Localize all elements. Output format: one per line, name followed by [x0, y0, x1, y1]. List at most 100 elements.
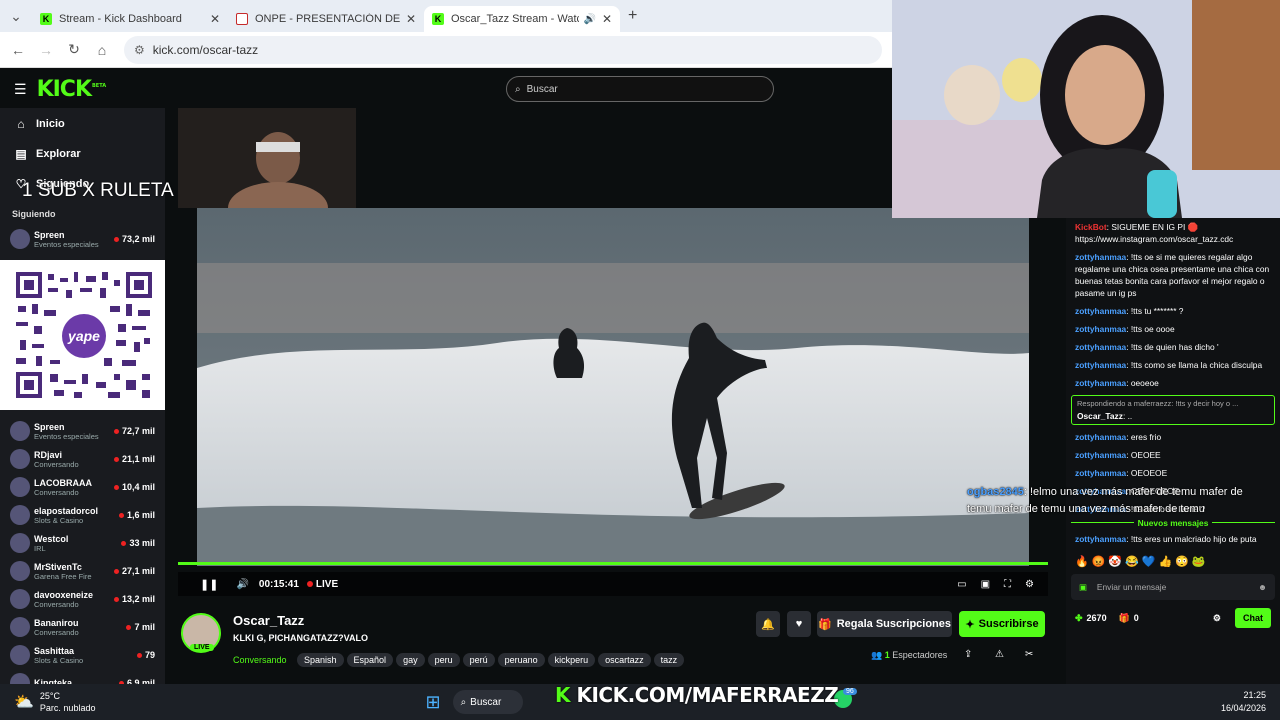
- gift-subs-button[interactable]: 🎁 Regala Suscripciones: [817, 611, 952, 637]
- search-input[interactable]: ⌕ Buscar: [506, 76, 774, 102]
- emote-icon[interactable]: 💙: [1142, 556, 1156, 568]
- stream-tag[interactable]: perú: [462, 653, 495, 667]
- people-icon: 👥: [871, 650, 883, 660]
- gifts-count[interactable]: 0: [1134, 612, 1139, 624]
- url-field[interactable]: ⚙ kick.com/oscar-tazz: [124, 35, 882, 64]
- stream-tag[interactable]: Español: [346, 653, 394, 667]
- volume-icon[interactable]: 🔊: [236, 579, 248, 590]
- speaker-icon[interactable]: 🔊: [583, 14, 595, 25]
- emoji-icon[interactable]: ☻: [1258, 581, 1267, 593]
- stream-tag[interactable]: peru: [427, 653, 460, 667]
- clock-date: 16/04/2026: [1220, 703, 1266, 713]
- forward-icon[interactable]: →: [32, 42, 60, 58]
- points-count[interactable]: 2670: [1087, 612, 1107, 624]
- reload-icon[interactable]: ↻: [60, 41, 88, 58]
- qr-code-image: yape: [14, 270, 154, 400]
- channel-category: Garena Free Fire: [34, 571, 92, 581]
- sidebar-channel[interactable]: Spreen Eventos especiales 73,2 mil: [0, 225, 165, 253]
- emote-icon[interactable]: 🔥: [1075, 556, 1089, 568]
- clock[interactable]: 21:25 16/04/2026: [1221, 689, 1266, 715]
- chat-username[interactable]: zottyhanmaa: [1075, 534, 1126, 544]
- emote-icon[interactable]: 😂: [1125, 556, 1139, 568]
- chat-username[interactable]: KickBot: [1075, 222, 1107, 232]
- home-icon[interactable]: ⌂: [88, 42, 116, 58]
- tab-onpe[interactable]: ONPE - PRESENTACIÓN DE RES ✕: [228, 6, 424, 32]
- chat-text: !tts como se llama la chica disculpa: [1130, 360, 1263, 370]
- theater-icon[interactable]: ▭: [957, 579, 966, 590]
- chat-username[interactable]: zottyhanmaa: [1075, 252, 1126, 262]
- emote-icon[interactable]: 😳: [1175, 556, 1189, 568]
- chat-input[interactable]: ▣ Enviar un mensaje ☻: [1071, 574, 1275, 600]
- kick-icon: ▣: [1079, 582, 1087, 592]
- tab-stream-dashboard[interactable]: K Stream - Kick Dashboard ✕: [32, 6, 228, 32]
- chat-username[interactable]: zottyhanmaa: [1075, 360, 1126, 370]
- subscribe-button[interactable]: ✦ Suscribirse: [959, 611, 1045, 637]
- chat-message: zottyhanmaa: !tts tu ******* ?: [1075, 306, 1184, 316]
- tab-list-icon[interactable]: ⌄: [0, 8, 32, 25]
- pause-icon[interactable]: ❚❚: [200, 578, 218, 591]
- share-icon[interactable]: ⇪: [964, 649, 972, 660]
- emote-icon[interactable]: 🐸: [1192, 556, 1206, 568]
- sidebar-channel[interactable]: MrStivenTc Garena Free Fire 27,1 mil: [0, 557, 165, 585]
- sidebar-item-inicio[interactable]: ⌂ Inicio: [0, 109, 165, 139]
- tab-oscar-tazz[interactable]: K Oscar_Tazz Stream - Watch 🔊 ✕: [424, 6, 620, 32]
- kick-logo[interactable]: KICKBETA: [37, 77, 107, 102]
- sidebar-channel[interactable]: elapostadorcol Slots & Casino 1,6 mil: [0, 501, 165, 529]
- menu-icon[interactable]: ☰: [14, 81, 27, 98]
- stream-tag[interactable]: kickperu: [547, 653, 596, 667]
- stream-tag[interactable]: Spanish: [297, 653, 344, 667]
- sidebar-item-explorar[interactable]: ▤ Explorar: [0, 139, 165, 169]
- sidebar-channel[interactable]: Bananirou Conversando 7 mil: [0, 613, 165, 641]
- close-icon[interactable]: ✕: [602, 12, 612, 26]
- site-settings-icon[interactable]: ⚙: [134, 43, 145, 57]
- chat-username[interactable]: zottyhanmaa: [1075, 450, 1126, 460]
- chat-username[interactable]: zottyhanmaa: [1075, 378, 1126, 388]
- chat-username[interactable]: zottyhanmaa: [1075, 324, 1126, 334]
- settings-icon[interactable]: ⚙: [1213, 612, 1221, 624]
- sidebar-channel[interactable]: Spreen Eventos especiales 72,7 mil: [0, 417, 165, 445]
- close-icon[interactable]: ✕: [406, 12, 416, 26]
- chat-text: OEOEE: [1130, 450, 1161, 460]
- stream-category[interactable]: Conversando: [233, 655, 287, 665]
- chat-footer: ✤ 2670 🎁 0 ⚙ Chat: [1075, 608, 1271, 628]
- stream-tag[interactable]: gay: [396, 653, 425, 667]
- sidebar-channel[interactable]: Westcol IRL 33 mil: [0, 529, 165, 557]
- chat-username[interactable]: Oscar_Tazz: [1077, 411, 1123, 421]
- stream-tag[interactable]: oscartazz: [598, 653, 651, 667]
- emote-icon[interactable]: 👍: [1159, 556, 1173, 568]
- chat-send-button[interactable]: Chat: [1235, 608, 1271, 628]
- weather-widget[interactable]: 25°C Parc. nublado: [40, 690, 96, 714]
- taskbar-search[interactable]: ⌕ Buscar: [452, 690, 523, 714]
- notifications-button[interactable]: 🔔: [756, 611, 780, 637]
- chat-text: !tts eres un malcriado hijo de puta: [1130, 534, 1257, 544]
- sidebar-item-label: Explorar: [36, 148, 81, 160]
- stream-tag[interactable]: peruano: [497, 653, 545, 667]
- chat-username[interactable]: zottyhanmaa: [1075, 468, 1126, 478]
- chat-message: zottyhanmaa: !tts como se llama la chica…: [1075, 360, 1263, 370]
- streamer-name[interactable]: Oscar_Tazz: [233, 613, 304, 628]
- emote-icon[interactable]: 🤡: [1108, 556, 1122, 568]
- clip-icon[interactable]: ✂: [1025, 649, 1033, 660]
- emote-icon[interactable]: 😡: [1092, 556, 1106, 568]
- close-icon[interactable]: ✕: [210, 12, 220, 26]
- sidebar-channel[interactable]: Sashittaa Slots & Casino 79: [0, 641, 165, 669]
- fullscreen-icon[interactable]: ⛶: [1004, 579, 1011, 590]
- search-placeholder: Buscar: [526, 83, 558, 95]
- sidebar-channel[interactable]: LACOBRAAA Conversando 10,4 mil: [0, 473, 165, 501]
- chat-username[interactable]: zottyhanmaa: [1075, 306, 1126, 316]
- stream-tag[interactable]: tazz: [653, 653, 685, 667]
- sidebar-channel[interactable]: RDjavi Conversando 21,1 mil: [0, 445, 165, 473]
- follow-button[interactable]: ♥: [787, 611, 811, 637]
- settings-icon[interactable]: ⚙: [1025, 579, 1034, 590]
- chat-username[interactable]: zottyhanmaa: [1075, 432, 1126, 442]
- pip-icon[interactable]: ▣: [981, 579, 990, 590]
- chat-text: !tts de quien has dicho ': [1130, 342, 1219, 352]
- windows-start-icon[interactable]: ⊞: [425, 692, 440, 713]
- back-icon[interactable]: ←: [4, 42, 32, 58]
- chat-username[interactable]: zottyhanmaa: [1075, 342, 1126, 352]
- sidebar-channel[interactable]: davooxeneize Conversando 13,2 mil: [0, 585, 165, 613]
- progress-bar[interactable]: [178, 562, 1048, 565]
- new-tab-button[interactable]: +: [628, 7, 637, 25]
- following-heading: Siguiendo: [12, 209, 56, 219]
- report-icon[interactable]: ⚠: [995, 649, 1004, 660]
